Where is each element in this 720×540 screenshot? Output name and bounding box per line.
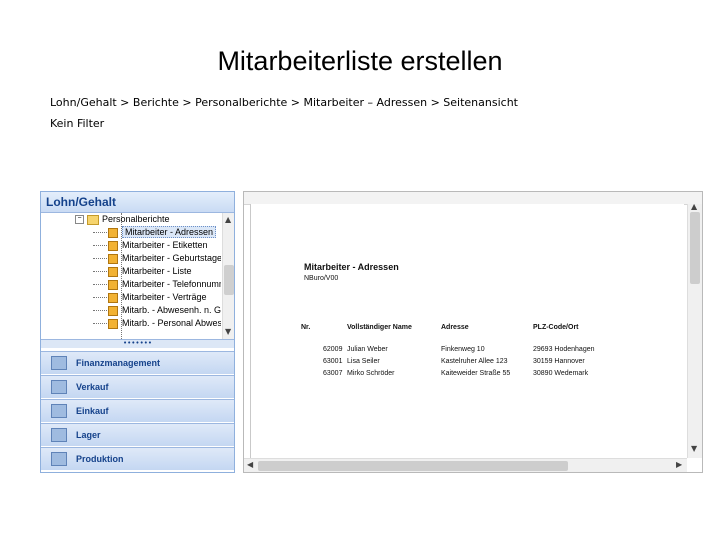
tree-item-label: Mitarbeiter - Adressen	[122, 226, 217, 238]
navigation-pane: Lohn/Gehalt − Personalberichte Mitarbeite…	[40, 191, 235, 473]
breadcrumb: Lohn/Gehalt > Berichte > Personalbericht…	[50, 96, 518, 109]
cell-address: Kastelruher Allee 123	[441, 358, 508, 365]
tree-scrollbar[interactable]: ▲ ▼	[222, 213, 234, 339]
purchase-icon	[51, 404, 67, 418]
scroll-up-icon[interactable]: ▲	[691, 202, 697, 211]
report-icon	[108, 279, 118, 290]
tree-item-label: Mitarb. - Abwesenh. n. Gru	[122, 305, 221, 315]
section-finanzmanagement[interactable]: Finanzmanagement	[41, 351, 234, 374]
report-tree: − Personalberichte Mitarbeiter - Adressen…	[41, 213, 221, 339]
folder-icon	[87, 214, 99, 225]
column-header-nr: Nr.	[301, 324, 311, 331]
tree-item-label: Mitarbeiter - Telefonnumm	[122, 279, 221, 289]
tree-item-label: Mitarb. - Personal Abweser	[122, 318, 221, 328]
tree-item-label: Mitarbeiter - Liste	[122, 266, 192, 276]
filter-status: Kein Filter	[50, 117, 105, 130]
section-label: Finanzmanagement	[76, 358, 161, 368]
section-produktion[interactable]: Produktion	[41, 447, 234, 470]
tree-item-5[interactable]: Mitarbeiter - Verträge	[93, 291, 207, 304]
finance-icon	[51, 356, 67, 370]
cell-address: Kaiteweider Straße 55	[441, 370, 511, 377]
tree-item-0[interactable]: Mitarbeiter - Adressen	[93, 226, 217, 239]
production-icon	[51, 452, 67, 466]
tree-item-2[interactable]: Mitarbeiter - Geburtstage	[93, 252, 221, 265]
report-title: Mitarbeiter - Adressen	[304, 262, 399, 272]
cell-zip-city: 30890 Wedemark	[533, 370, 589, 377]
cell-address: Finkenweg 10	[441, 346, 485, 353]
scrollbar-thumb[interactable]	[690, 212, 700, 284]
cell-name: Mirko Schröder	[347, 370, 395, 377]
cell-zip-city: 29693 Hodenhagen	[533, 346, 595, 353]
cell-nr: 63001	[323, 358, 343, 365]
column-header-zip-city: PLZ-Code/Ort	[533, 324, 579, 331]
section-verkauf[interactable]: Verkauf	[41, 375, 234, 398]
report-icon	[108, 227, 118, 238]
scroll-down-icon[interactable]: ▼	[691, 444, 697, 453]
report-icon	[108, 292, 118, 303]
scroll-right-icon[interactable]: ▶	[676, 460, 682, 469]
column-header-address: Adresse	[441, 324, 469, 331]
cell-name: Lisa Seiler	[347, 358, 380, 365]
tree-item-label: Mitarbeiter - Etiketten	[122, 240, 208, 250]
report-preview: Mitarbeiter - Adressen NBuro/V00 Nr. Vol…	[243, 191, 703, 473]
tree-folder-personalberichte[interactable]: − Personalberichte	[75, 213, 170, 226]
tree-item-label: Mitarbeiter - Verträge	[122, 292, 207, 302]
pane-splitter-grip[interactable]: •••••••	[41, 339, 234, 348]
tree-item-label: Mitarbeiter - Geburtstage	[122, 253, 221, 263]
tree-folder-label: Personalberichte	[102, 214, 170, 224]
scrollbar-thumb[interactable]	[224, 265, 234, 295]
cell-nr: 62009	[323, 346, 343, 353]
tree-item-1[interactable]: Mitarbeiter - Etiketten	[93, 239, 208, 252]
section-label: Verkauf	[76, 382, 109, 392]
cell-name: Julian Weber	[347, 346, 388, 353]
report-icon	[108, 318, 118, 329]
nav-header: Lohn/Gehalt	[41, 192, 234, 213]
section-einkauf[interactable]: Einkauf	[41, 399, 234, 422]
collapse-icon[interactable]: −	[75, 215, 84, 225]
report-page: Mitarbeiter - Adressen NBuro/V00 Nr. Vol…	[250, 204, 684, 458]
preview-horizontal-scrollbar[interactable]: ◀ ▶	[244, 458, 687, 472]
sales-icon	[51, 380, 67, 394]
tree-item-6[interactable]: Mitarb. - Abwesenh. n. Gru	[93, 304, 221, 317]
preview-vertical-scrollbar[interactable]: ▲ ▼	[687, 202, 702, 458]
scroll-up-icon[interactable]: ▲	[225, 215, 231, 224]
tree-item-4[interactable]: Mitarbeiter - Telefonnumm	[93, 278, 221, 291]
cell-nr: 63007	[323, 370, 343, 377]
report-icon	[108, 253, 118, 264]
scroll-down-icon[interactable]: ▼	[225, 327, 231, 336]
tree-item-3[interactable]: Mitarbeiter - Liste	[93, 265, 192, 278]
scrollbar-thumb[interactable]	[258, 461, 568, 471]
report-icon	[108, 240, 118, 251]
scroll-left-icon[interactable]: ◀	[247, 460, 253, 469]
cell-zip-city: 30159 Hannover	[533, 358, 585, 365]
slide-title: Mitarbeiterliste erstellen	[217, 46, 503, 76]
section-label: Einkauf	[76, 406, 109, 416]
report-subtitle: NBuro/V00	[304, 275, 339, 282]
section-label: Lager	[76, 430, 101, 440]
report-icon	[108, 305, 118, 316]
report-icon	[108, 266, 118, 277]
section-label: Produktion	[76, 454, 124, 464]
warehouse-icon	[51, 428, 67, 442]
section-lager[interactable]: Lager	[41, 423, 234, 446]
column-header-name: Vollständiger Name	[347, 324, 412, 331]
tree-item-7[interactable]: Mitarb. - Personal Abweser	[93, 317, 221, 330]
